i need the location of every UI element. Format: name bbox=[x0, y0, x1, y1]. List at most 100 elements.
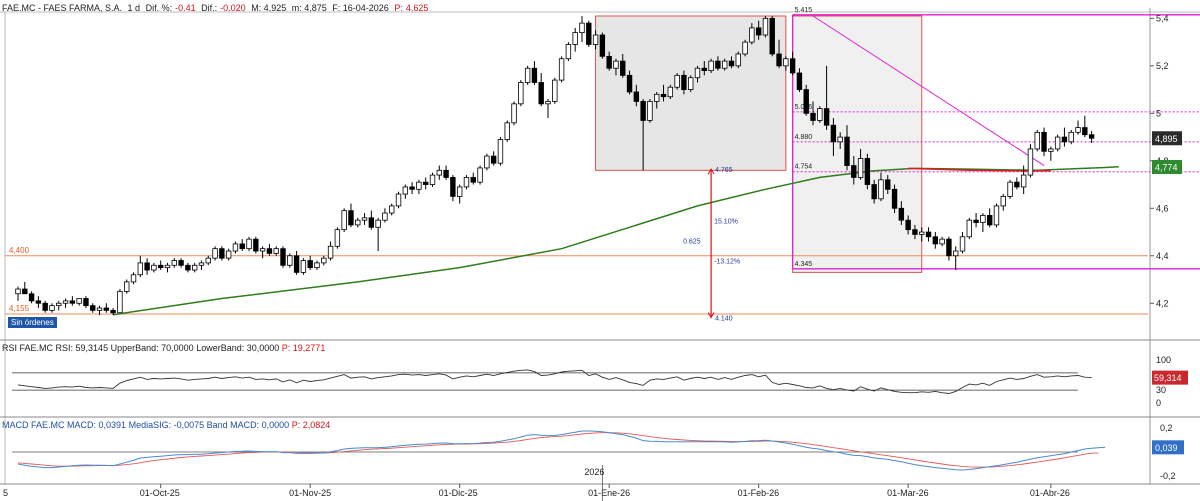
fib-level-label: 5.006 bbox=[795, 104, 813, 111]
measure-low-label: 4.140 bbox=[715, 316, 733, 323]
candle-body bbox=[762, 17, 769, 36]
candle-body bbox=[314, 262, 320, 269]
candle-body bbox=[953, 250, 959, 257]
candle-body bbox=[171, 260, 177, 266]
candle-body bbox=[857, 158, 864, 178]
candle-body bbox=[130, 274, 137, 283]
candle-body bbox=[28, 293, 35, 302]
price-tick-label: 5 bbox=[1156, 108, 1161, 118]
candle-body bbox=[422, 181, 429, 185]
candle-body bbox=[56, 302, 62, 307]
rsi-upper: UpperBand: 70,0000 bbox=[110, 343, 194, 353]
rsi-lower: LowerBand: 30,0000 bbox=[196, 343, 280, 353]
range-box bbox=[595, 15, 787, 171]
candle-body bbox=[69, 300, 76, 304]
candle-body bbox=[701, 67, 707, 72]
measure-pct-up: 15.10% bbox=[714, 218, 738, 225]
orders-badge[interactable]: Sin órdenes bbox=[8, 317, 57, 328]
candle-body bbox=[586, 22, 592, 45]
candle-body bbox=[117, 290, 123, 314]
candle-body bbox=[531, 67, 538, 83]
macd-p: P: 2,0824 bbox=[291, 420, 331, 430]
candle-body bbox=[436, 169, 442, 176]
candle-body bbox=[871, 184, 877, 200]
rsi-axis-label: 30 bbox=[1156, 385, 1166, 395]
candle-body bbox=[157, 264, 164, 269]
candle-body bbox=[450, 177, 456, 197]
candle-body bbox=[789, 58, 796, 74]
candle-body bbox=[429, 174, 436, 185]
candle-body bbox=[49, 305, 55, 311]
candle-body bbox=[633, 91, 640, 102]
candle-body bbox=[42, 302, 48, 311]
candle-body bbox=[463, 177, 470, 188]
range-box bbox=[792, 15, 923, 273]
candle-body bbox=[919, 231, 925, 235]
candle-body bbox=[524, 67, 531, 83]
candle-body bbox=[90, 305, 96, 311]
candle-body bbox=[1027, 148, 1034, 176]
macd-axis-label: 0,2 bbox=[1160, 423, 1173, 433]
candle-body bbox=[348, 210, 354, 226]
price-tick-label: 4,4 bbox=[1156, 251, 1169, 261]
candle-body bbox=[749, 27, 755, 43]
candle-body bbox=[518, 82, 524, 105]
price-tick-label: 4,6 bbox=[1156, 203, 1169, 213]
candle-body bbox=[878, 179, 884, 200]
chart-window: FAE.MC - FAES FARMA, S.A. 1 d Dif. %: -0.… bbox=[0, 0, 1200, 501]
measure-diff: 0.625 bbox=[683, 238, 701, 245]
candle-body bbox=[755, 27, 762, 36]
candle-body bbox=[259, 248, 266, 252]
x-tick-label: 01-Abr-26 bbox=[1030, 488, 1070, 498]
x-tick-label: 01-Ene-26 bbox=[588, 488, 630, 498]
candle-body bbox=[1088, 134, 1095, 139]
candle-body bbox=[300, 260, 307, 273]
candle-body bbox=[456, 186, 463, 197]
candle-body bbox=[667, 86, 674, 98]
candle-body bbox=[416, 181, 422, 190]
candle-body bbox=[654, 93, 660, 102]
candle-body bbox=[640, 101, 646, 121]
candle-body bbox=[382, 212, 388, 221]
macd-value: MACD: 0,0391 bbox=[67, 420, 127, 430]
candle-body bbox=[76, 298, 82, 304]
candle-body bbox=[83, 298, 89, 307]
candle-body bbox=[973, 219, 979, 223]
candle-body bbox=[490, 155, 497, 164]
candle-body bbox=[864, 158, 871, 185]
candle-body bbox=[572, 32, 578, 45]
candle-body bbox=[891, 188, 898, 209]
candle-body bbox=[35, 300, 42, 304]
fib-level-label: 4.345 bbox=[795, 261, 813, 268]
fib-level-label: 4.754 bbox=[795, 164, 813, 171]
candle-body bbox=[477, 167, 483, 183]
candle-body bbox=[287, 255, 293, 266]
candle-body bbox=[1061, 136, 1068, 143]
candle-body bbox=[266, 248, 273, 254]
candle-body bbox=[620, 60, 626, 76]
price-tick-label: 5,2 bbox=[1156, 61, 1169, 71]
candle-body bbox=[980, 215, 986, 223]
candle-body bbox=[735, 53, 741, 67]
candle-body bbox=[817, 108, 823, 121]
candle-body bbox=[1034, 131, 1040, 150]
candle-body bbox=[592, 34, 599, 45]
candle-body bbox=[1041, 131, 1047, 152]
price-tick-label: 5,4 bbox=[1156, 13, 1169, 23]
candle-body bbox=[986, 215, 993, 226]
candle-body bbox=[341, 210, 347, 231]
candle-body bbox=[1075, 127, 1081, 133]
candle-body bbox=[144, 262, 150, 271]
candle-body bbox=[837, 136, 843, 143]
candle-body bbox=[1054, 136, 1061, 150]
candle-body bbox=[599, 34, 606, 57]
candle-body bbox=[484, 155, 490, 169]
candle-body bbox=[1068, 131, 1074, 143]
candle-body bbox=[375, 219, 381, 228]
rsi-value-tag-label: 59,314 bbox=[1154, 373, 1182, 383]
candle-body bbox=[409, 186, 415, 190]
candle-body bbox=[810, 112, 816, 121]
candle-body bbox=[253, 238, 259, 252]
candle-body bbox=[565, 44, 572, 60]
candle-body bbox=[225, 250, 232, 259]
